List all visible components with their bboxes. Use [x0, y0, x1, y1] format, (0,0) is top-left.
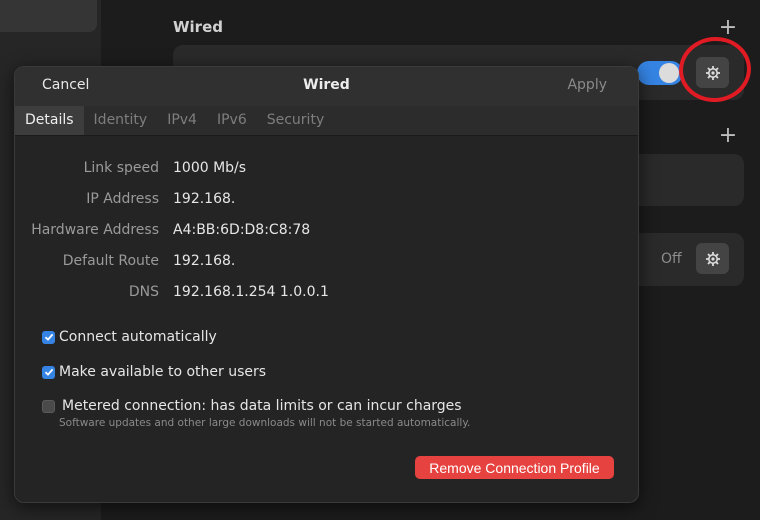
sidebar-item[interactable] [0, 0, 97, 32]
remove-connection-profile-button[interactable]: Remove Connection Profile [415, 456, 614, 479]
detail-value: A4:BB:6D:D8:C8:78 [173, 222, 311, 238]
add-vpn-plus-icon[interactable]: + [718, 125, 738, 147]
available-to-other-users-checkbox[interactable]: Make available to other users [42, 364, 266, 380]
add-wired-plus-icon[interactable]: + [718, 17, 738, 39]
wired-toggle[interactable] [637, 61, 683, 85]
checkbox-label: Metered connection: has data limits or c… [62, 398, 462, 414]
detail-label: IP Address [86, 191, 159, 207]
connect-automatically-checkbox[interactable]: Connect automatically [42, 329, 217, 345]
detail-value: 192.168. [173, 253, 236, 269]
tab-details[interactable]: Details [15, 106, 84, 135]
detail-label: Link speed [83, 160, 159, 176]
detail-label: Default Route [62, 253, 159, 269]
wired-settings-dialog: Cancel Wired Apply Details Identity IPv4… [14, 66, 639, 503]
dialog-headerbar: Cancel Wired Apply [15, 67, 638, 107]
dialog-tabs: Details Identity IPv4 IPv6 Security [15, 106, 638, 136]
checkbox-label: Connect automatically [59, 329, 217, 345]
apply-button[interactable]: Apply [567, 77, 607, 93]
detail-label: Hardware Address [31, 222, 159, 238]
metered-description: Software updates and other large downloa… [59, 417, 471, 429]
detail-value: 192.168.1.254 1.0.0.1 [173, 284, 329, 300]
checkbox-checked-icon[interactable] [42, 365, 55, 379]
tab-identity[interactable]: Identity [84, 106, 158, 135]
proxy-status: Off [661, 251, 682, 267]
dialog-title: Wired [303, 77, 350, 93]
detail-row-dns: DNS 192.168.1.254 1.0.0.1 [15, 284, 638, 304]
detail-row-hardware-address: Hardware Address A4:BB:6D:D8:C8:78 [15, 222, 638, 242]
metered-connection-checkbox[interactable]: Metered connection: has data limits or c… [42, 398, 462, 414]
checkbox-checked-icon[interactable] [42, 330, 55, 344]
gear-icon [705, 251, 720, 266]
checkbox-unchecked-icon[interactable] [42, 399, 55, 413]
detail-row-link-speed: Link speed 1000 Mb/s [15, 160, 638, 180]
toggle-knob [659, 63, 679, 83]
checkbox-label: Make available to other users [59, 364, 267, 380]
proxy-settings-button[interactable] [696, 243, 729, 274]
tab-security[interactable]: Security [257, 106, 335, 135]
detail-value: 192.168. [173, 191, 236, 207]
wired-section-title: Wired [173, 18, 223, 36]
detail-label: DNS [128, 284, 159, 300]
detail-row-default-route: Default Route 192.168. [15, 253, 638, 273]
detail-row-ip-address: IP Address 192.168. [15, 191, 638, 211]
detail-value: 1000 Mb/s [173, 160, 247, 176]
tab-ipv4[interactable]: IPv4 [157, 106, 207, 135]
tab-ipv6[interactable]: IPv6 [207, 106, 257, 135]
